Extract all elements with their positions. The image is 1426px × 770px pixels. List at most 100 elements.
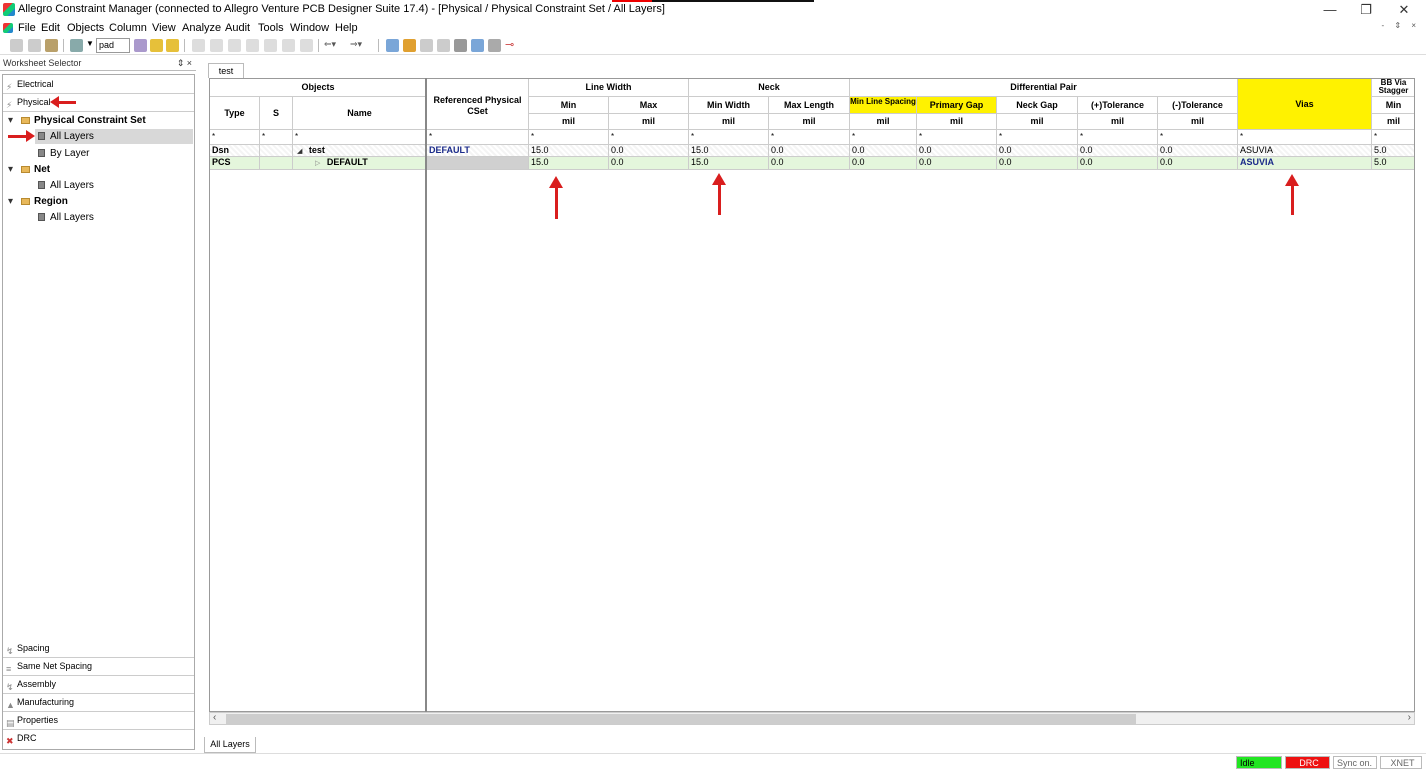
row-value[interactable]: 15.0 bbox=[529, 157, 609, 170]
row-value[interactable]: 0.0 bbox=[917, 145, 997, 157]
row-value[interactable]: 0.0 bbox=[1078, 157, 1158, 170]
select-bus-icon[interactable] bbox=[264, 39, 277, 52]
row-value[interactable]: 0.0 bbox=[850, 157, 917, 170]
header-type[interactable]: Type bbox=[210, 97, 260, 130]
filter-vias[interactable]: * bbox=[1238, 130, 1372, 145]
row-type[interactable]: Dsn bbox=[210, 145, 260, 157]
row-value[interactable]: 0.0 bbox=[1158, 157, 1238, 170]
tree-physical-constraint-set[interactable]: Physical Constraint Set bbox=[34, 115, 146, 126]
flag-icon[interactable] bbox=[150, 39, 163, 52]
filter-ref[interactable]: * bbox=[427, 130, 529, 145]
row-value[interactable]: 0.0 bbox=[997, 145, 1078, 157]
chevron-down-icon[interactable]: ▼ bbox=[86, 39, 94, 48]
category-assembly[interactable]: ↯ Assembly bbox=[3, 676, 194, 694]
forward-icon[interactable]: ⇒▾ bbox=[350, 39, 362, 50]
expand-icon[interactable] bbox=[420, 39, 433, 52]
collapse-caret-icon[interactable]: ▾ bbox=[8, 164, 13, 175]
header-lw-min[interactable]: Min bbox=[529, 97, 609, 114]
row-value[interactable]: 15.0 bbox=[689, 157, 769, 170]
row-vias[interactable]: ASUVIA bbox=[1238, 157, 1372, 170]
row-type[interactable]: PCS bbox=[210, 157, 260, 170]
row-value[interactable]: 15.0 bbox=[529, 145, 609, 157]
header-primary-gap[interactable]: Primary Gap bbox=[917, 97, 997, 114]
header-lw-max[interactable]: Max bbox=[609, 97, 689, 114]
tree-pcs-by-layer[interactable]: By Layer bbox=[50, 148, 89, 159]
row-bb-min[interactable]: 5.0 bbox=[1372, 145, 1414, 157]
row-value[interactable]: 0.0 bbox=[769, 157, 850, 170]
collapse-caret-icon[interactable]: ▾ bbox=[8, 196, 13, 207]
menu-view[interactable]: View bbox=[152, 22, 176, 34]
tree-region[interactable]: Region bbox=[34, 196, 68, 207]
header-neck-max-length[interactable]: Max Length bbox=[769, 97, 850, 114]
tab-all-layers[interactable]: All Layers bbox=[204, 737, 256, 753]
status-drc[interactable]: DRC bbox=[1285, 756, 1330, 769]
tree-pcs-all-layers[interactable]: All Layers bbox=[50, 131, 94, 142]
minimize-button[interactable]: — bbox=[1310, 1, 1350, 19]
back-icon[interactable]: ⇐▾ bbox=[324, 39, 336, 50]
menu-file[interactable]: File bbox=[18, 22, 36, 34]
filter-lw-max[interactable]: * bbox=[609, 130, 689, 145]
row-value[interactable]: 0.0 bbox=[850, 145, 917, 157]
menu-edit[interactable]: Edit bbox=[41, 22, 60, 34]
sync-icon[interactable] bbox=[488, 39, 501, 52]
collapse-icon[interactable] bbox=[437, 39, 450, 52]
layer-combo[interactable]: pad bbox=[96, 38, 130, 53]
filter-min-line-spacing[interactable]: * bbox=[850, 130, 917, 145]
row-name[interactable]: ▷ DEFAULT bbox=[293, 157, 427, 170]
category-electrical[interactable]: ⚡ Electrical bbox=[3, 76, 194, 94]
row-name[interactable]: ◢ test bbox=[293, 145, 427, 157]
highlight-icon[interactable] bbox=[403, 39, 416, 52]
sheet-view-icon[interactable] bbox=[386, 39, 399, 52]
filter-icon[interactable] bbox=[134, 39, 147, 52]
mdi-window-controls[interactable]: - ⇕ × bbox=[1382, 21, 1420, 30]
category-same-net-spacing[interactable]: ≡ Same Net Spacing bbox=[3, 658, 194, 676]
category-spacing[interactable]: ↯ Spacing bbox=[3, 640, 194, 658]
menu-analyze[interactable]: Analyze bbox=[182, 22, 221, 34]
filter-lw-min[interactable]: * bbox=[529, 130, 609, 145]
filter-primary-gap[interactable]: * bbox=[917, 130, 997, 145]
category-manufacturing[interactable]: ▲ Manufacturing bbox=[3, 694, 194, 712]
filter-minus-tolerance[interactable]: * bbox=[1158, 130, 1238, 145]
filter-type[interactable]: * bbox=[210, 130, 260, 145]
analyze-icon[interactable] bbox=[471, 39, 484, 52]
header-ref-cset[interactable]: Referenced Physical CSet bbox=[427, 79, 529, 130]
menu-audit[interactable]: Audit bbox=[225, 22, 250, 34]
header-name[interactable]: Name bbox=[293, 97, 427, 130]
row-ref[interactable] bbox=[427, 157, 529, 170]
row-ref[interactable]: DEFAULT bbox=[427, 145, 529, 157]
header-bb-min[interactable]: Min bbox=[1372, 97, 1414, 114]
filter-plus-tolerance[interactable]: * bbox=[1078, 130, 1158, 145]
row-value[interactable]: 0.0 bbox=[1078, 145, 1158, 157]
select-diff-icon[interactable] bbox=[246, 39, 259, 52]
header-neck-gap[interactable]: Neck Gap bbox=[997, 97, 1078, 114]
copy-icon[interactable] bbox=[28, 39, 41, 52]
row-bb-min[interactable]: 5.0 bbox=[1372, 157, 1414, 170]
select-class-icon[interactable] bbox=[282, 39, 295, 52]
select-region-icon[interactable] bbox=[300, 39, 313, 52]
header-neck-min-width[interactable]: Min Width bbox=[689, 97, 769, 114]
tree-net-all-layers[interactable]: All Layers bbox=[50, 180, 94, 191]
cut-icon[interactable] bbox=[10, 39, 23, 52]
filter-neck-min-width[interactable]: * bbox=[689, 130, 769, 145]
row-s[interactable] bbox=[260, 145, 293, 157]
row-value[interactable]: 0.0 bbox=[997, 157, 1078, 170]
restore-button[interactable]: ❐ bbox=[1346, 1, 1386, 19]
row-value[interactable]: 0.0 bbox=[609, 157, 689, 170]
tree-icon[interactable] bbox=[454, 39, 467, 52]
header-vias[interactable]: Vias bbox=[1238, 79, 1372, 130]
tab-test[interactable]: test bbox=[208, 63, 244, 78]
expanded-triangle-icon[interactable]: ◢ bbox=[297, 148, 302, 155]
filter-name[interactable]: * bbox=[293, 130, 427, 145]
menu-help[interactable]: Help bbox=[335, 22, 358, 34]
row-vias[interactable]: ASUVIA bbox=[1238, 145, 1372, 157]
row-value[interactable]: 15.0 bbox=[689, 145, 769, 157]
paste-icon[interactable] bbox=[45, 39, 58, 52]
pin-close-icon[interactable]: ⇕ × bbox=[177, 57, 192, 70]
header-plus-tolerance[interactable]: (+)Tolerance bbox=[1078, 97, 1158, 114]
row-value[interactable]: 0.0 bbox=[769, 145, 850, 157]
flag-alt-icon[interactable] bbox=[166, 39, 179, 52]
scrollbar-thumb[interactable] bbox=[226, 714, 1136, 724]
scroll-right-icon[interactable]: › bbox=[1408, 712, 1411, 723]
close-button[interactable]: ✕ bbox=[1384, 1, 1424, 19]
select-icon[interactable] bbox=[192, 39, 205, 52]
